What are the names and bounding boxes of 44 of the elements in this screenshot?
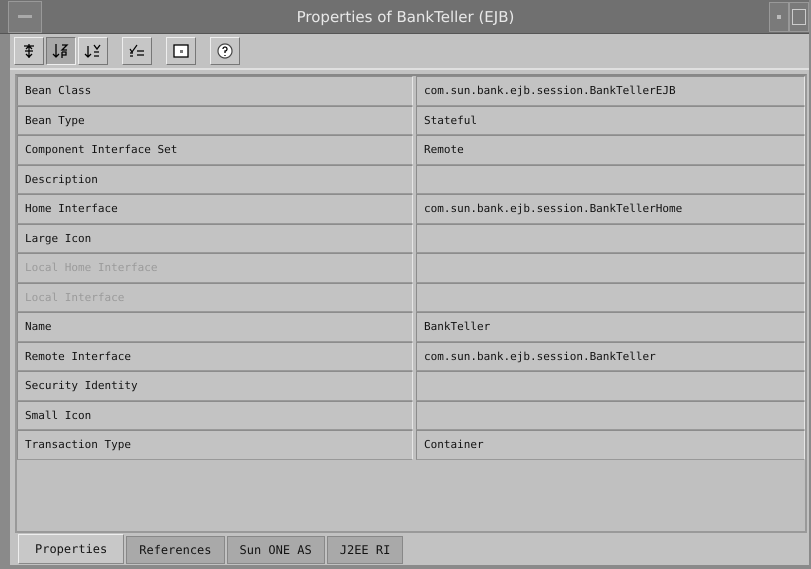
- list-options-button[interactable]: [122, 37, 152, 65]
- property-name[interactable]: Home Interface: [17, 194, 413, 224]
- window-menu-button[interactable]: [8, 0, 42, 32]
- property-name[interactable]: Security Identity: [17, 371, 413, 400]
- property-name[interactable]: Bean Type: [17, 106, 413, 135]
- property-name[interactable]: Remote Interface: [17, 342, 413, 371]
- unsorted-icon-button[interactable]: [14, 37, 44, 65]
- property-value[interactable]: Stateful: [416, 106, 805, 135]
- tab[interactable]: References: [126, 536, 224, 564]
- property-value[interactable]: [416, 164, 805, 194]
- property-value[interactable]: [416, 282, 805, 312]
- tab[interactable]: Properties: [18, 534, 124, 564]
- property-name[interactable]: Bean Class: [17, 76, 413, 106]
- property-name[interactable]: Description: [17, 164, 413, 194]
- property-name[interactable]: Transaction Type: [17, 430, 413, 460]
- property-value[interactable]: Container: [416, 430, 805, 460]
- sort-by-type-button[interactable]: [78, 37, 108, 65]
- window-title: Properties of BankTeller (EJB): [296, 8, 516, 26]
- minimize-button[interactable]: [769, 2, 789, 32]
- property-name[interactable]: Large Icon: [17, 224, 413, 253]
- help-icon: [216, 42, 234, 60]
- property-name[interactable]: Component Interface Set: [17, 135, 413, 164]
- maximize-button[interactable]: [789, 2, 809, 32]
- property-value[interactable]: [416, 400, 805, 430]
- property-name[interactable]: Small Icon: [17, 400, 413, 430]
- sort-icon: [22, 43, 36, 59]
- tab[interactable]: Sun ONE AS: [226, 536, 325, 564]
- window-icon: [172, 43, 190, 59]
- property-value[interactable]: [416, 253, 805, 282]
- sort-by-name-button[interactable]: [46, 37, 76, 65]
- property-value[interactable]: com.sun.bank.ejb.session.BankTeller: [416, 342, 805, 371]
- help-button[interactable]: [210, 37, 240, 65]
- property-value[interactable]: BankTeller: [416, 312, 805, 342]
- property-name[interactable]: Name: [17, 312, 413, 342]
- window-button[interactable]: [166, 37, 196, 65]
- property-value[interactable]: com.sun.bank.ejb.session.BankTellerEJB: [416, 76, 805, 106]
- checklist-icon: [128, 43, 146, 59]
- property-value[interactable]: [416, 224, 805, 253]
- property-value[interactable]: [416, 371, 805, 400]
- tab[interactable]: J2EE RI: [326, 536, 404, 564]
- sort-az-icon: [52, 43, 70, 59]
- sort-type-icon: [84, 43, 102, 59]
- property-value[interactable]: Remote: [416, 135, 805, 164]
- property-value[interactable]: com.sun.bank.ejb.session.BankTellerHome: [416, 194, 805, 224]
